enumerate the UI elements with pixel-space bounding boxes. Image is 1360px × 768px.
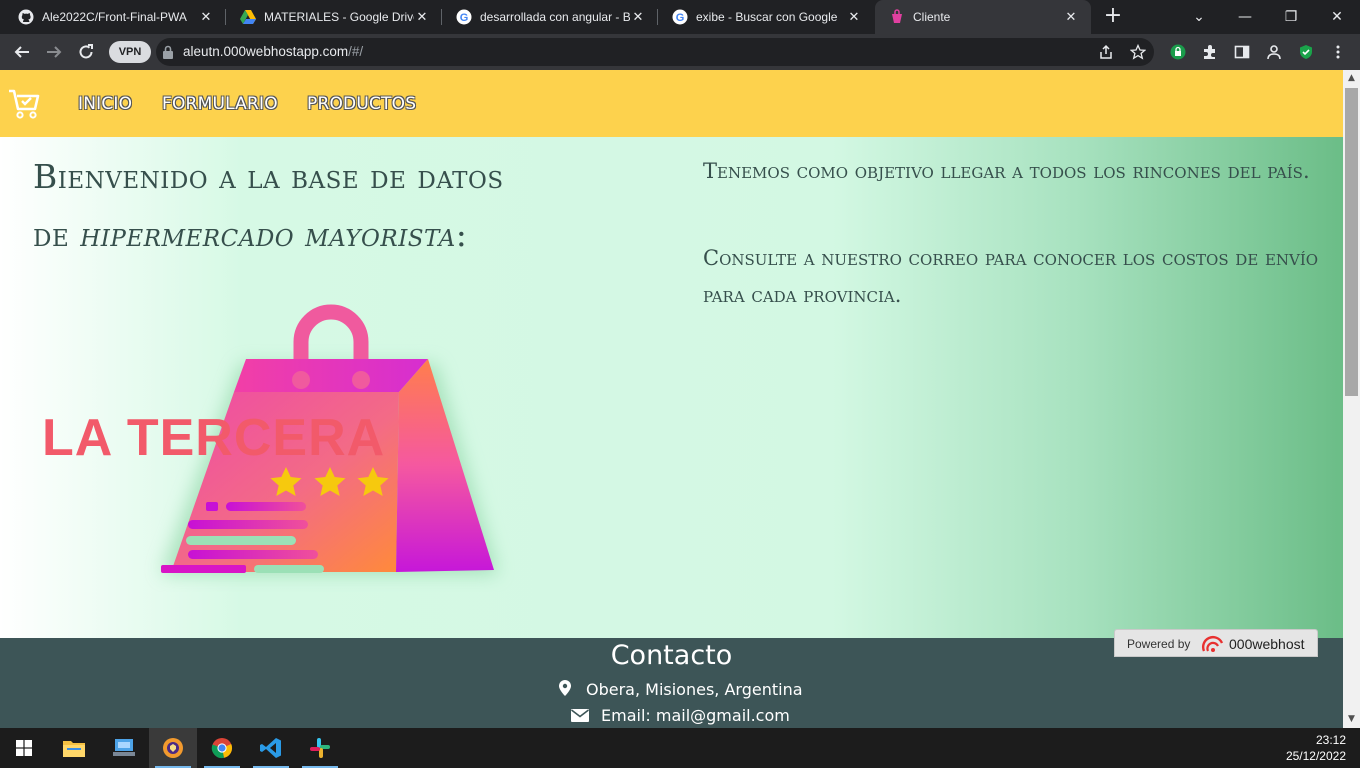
intro-paragraph: Tenemos como objetivo llegar a todos los…: [703, 159, 1310, 183]
url-path: /#/: [348, 44, 364, 59]
close-window-button[interactable]: ✕: [1314, 0, 1360, 34]
shipping-paragraph: Consulte a nuestro correo para conocer l…: [703, 246, 1319, 307]
url-text[interactable]: aleutn.000webhostapp.com/#/: [183, 44, 363, 59]
minimize-button[interactable]: —: [1222, 0, 1268, 34]
page-scrollbar[interactable]: ▲ ▼: [1343, 70, 1360, 728]
nav-productos[interactable]: PRODUCTOS: [307, 94, 416, 114]
page-title-line1: Bienvenido a la base de datos: [33, 157, 504, 196]
svg-text:G: G: [676, 12, 685, 24]
tab-github[interactable]: Ale2022C/Front-Final-PWA ✕: [4, 0, 226, 34]
nav-formulario[interactable]: FORMULARIO: [162, 94, 278, 114]
site-navbar: INICIO FORMULARIO PRODUCTOS: [0, 70, 1343, 137]
slack-icon[interactable]: [296, 728, 344, 768]
clock-date: 25/12/2022: [1285, 749, 1346, 763]
tab-title: desarrollada con angular - Bu: [480, 10, 630, 24]
system-clock[interactable]: 23:12 25/12/2022: [1286, 732, 1346, 764]
reload-icon[interactable]: [74, 40, 98, 64]
google-icon: G: [672, 9, 688, 25]
vpn-badge[interactable]: VPN: [109, 41, 151, 63]
side-panel-icon[interactable]: [1232, 42, 1252, 62]
security-shield-icon[interactable]: [1296, 42, 1316, 62]
page-title-line2: de hipermercado mayorista:: [33, 215, 467, 254]
envelope-icon: [571, 709, 589, 722]
windows-start-icon[interactable]: [0, 728, 48, 768]
powered-by-brand: 000webhost: [1229, 636, 1305, 652]
close-icon[interactable]: ✕: [414, 10, 430, 25]
toolbar: VPN aleutn.000webhostapp.com/#/: [0, 34, 1360, 70]
clock-time: 23:12: [1315, 733, 1346, 747]
tab-title: Ale2022C/Front-Final-PWA: [42, 10, 187, 24]
google-drive-icon: [240, 9, 256, 25]
footer-location: Obera, Misiones, Argentina: [586, 680, 803, 699]
site-favicon: [889, 9, 905, 25]
close-icon[interactable]: ✕: [846, 10, 862, 25]
store-logo: LA TERCERA: [42, 304, 498, 574]
tab-google-drive[interactable]: MATERIALES - Google Drive ✕: [226, 0, 442, 34]
windows-taskbar: 23:12 25/12/2022: [0, 728, 1360, 768]
tab-search-exibe[interactable]: G exibe - Buscar con Google ✕: [658, 0, 874, 34]
title-suffix: :: [455, 215, 468, 254]
google-icon: G: [456, 9, 472, 25]
tab-title: Cliente: [913, 10, 951, 24]
nav-inicio[interactable]: INICIO: [78, 94, 132, 114]
tab-search-angular[interactable]: G desarrollada con angular - Bu ✕: [442, 0, 658, 34]
forward-icon[interactable]: [42, 40, 66, 64]
new-tab-button[interactable]: +: [1100, 5, 1126, 29]
close-icon[interactable]: ✕: [630, 10, 646, 25]
menu-kebab-icon[interactable]: [1328, 42, 1348, 62]
webhost-logo-icon: [1202, 636, 1224, 652]
tab-title: exibe - Buscar con Google: [696, 10, 838, 24]
svg-text:G: G: [460, 12, 469, 24]
powered-by-label: Powered by: [1127, 637, 1191, 651]
brave-browser-icon[interactable]: [149, 728, 197, 768]
vpn-extension-icon[interactable]: [1168, 42, 1188, 62]
tab-strip: Ale2022C/Front-Final-PWA ✕ MATERIALES - …: [0, 0, 1360, 34]
vscode-icon[interactable]: [247, 728, 295, 768]
github-icon: [18, 9, 34, 25]
bag-top: [234, 359, 428, 392]
bag-side: [396, 359, 494, 572]
tab-cliente[interactable]: Cliente ✕: [875, 0, 1091, 34]
close-icon[interactable]: ✕: [198, 10, 214, 25]
tab-title: MATERIALES - Google Drive: [264, 10, 414, 24]
scroll-up-arrow-icon[interactable]: ▲: [1343, 70, 1360, 87]
footer-email[interactable]: Email: mail@gmail.com: [601, 706, 790, 725]
hero-section: Bienvenido a la base de datos de hiperme…: [0, 137, 1343, 638]
file-explorer-icon[interactable]: [50, 728, 98, 768]
cart-logo-icon[interactable]: [8, 88, 40, 120]
scroll-down-arrow-icon[interactable]: ▼: [1343, 711, 1360, 728]
chrome-icon[interactable]: [198, 728, 246, 768]
title-emphasis: hipermercado mayorista: [80, 215, 456, 254]
powered-by-badge[interactable]: Powered by 000webhost: [1114, 629, 1318, 657]
close-icon[interactable]: ✕: [1063, 10, 1079, 25]
lock-icon[interactable]: [162, 45, 174, 59]
share-icon[interactable]: [1096, 42, 1116, 62]
back-icon[interactable]: [10, 40, 34, 64]
restore-button[interactable]: ❐: [1268, 0, 1314, 34]
remote-desktop-icon[interactable]: [100, 728, 148, 768]
location-pin-icon: [559, 680, 571, 696]
title-prefix: de: [33, 215, 81, 254]
url-host: aleutn.000webhostapp.com: [183, 44, 349, 59]
extensions-puzzle-icon[interactable]: [1200, 42, 1220, 62]
logo-text: LA TERCERA: [42, 409, 385, 467]
scrollbar-thumb[interactable]: [1345, 88, 1358, 396]
tab-search-icon[interactable]: ⌄: [1176, 0, 1222, 34]
bookmark-star-icon[interactable]: [1128, 42, 1148, 62]
profile-icon[interactable]: [1264, 42, 1284, 62]
